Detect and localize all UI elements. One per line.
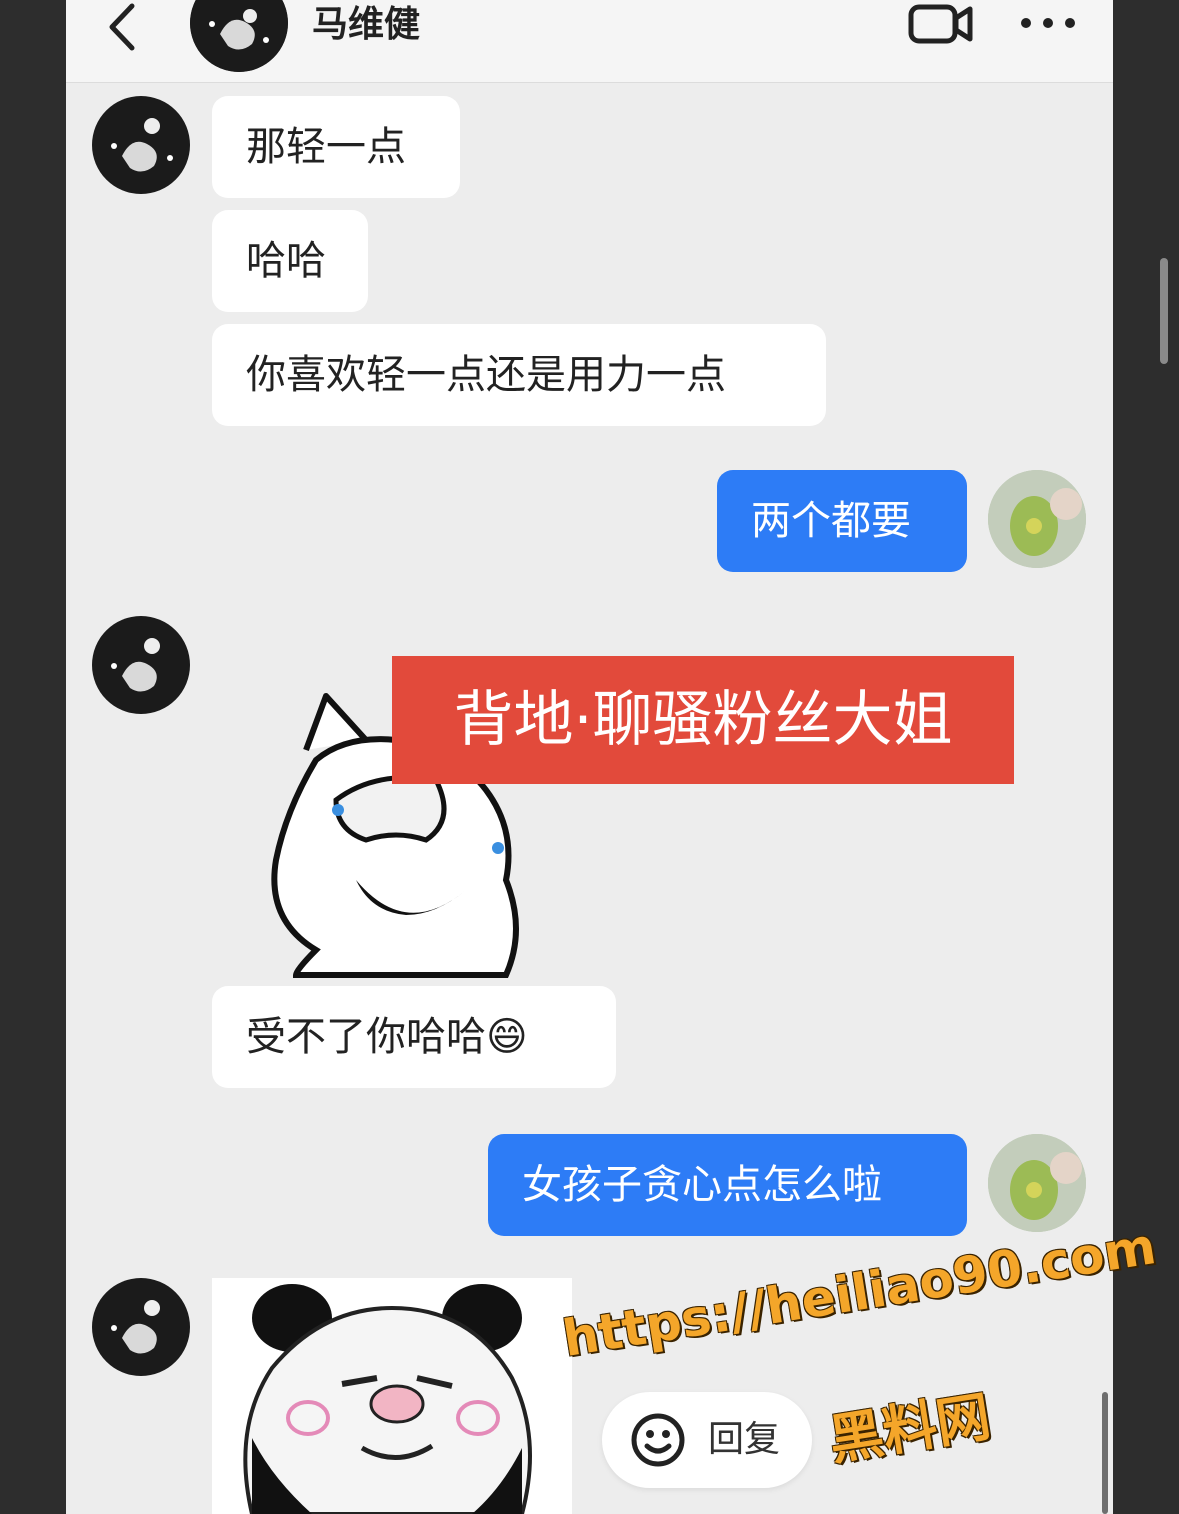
- smiley-icon: [631, 1413, 685, 1467]
- panda-meme-sticker[interactable]: [212, 1278, 572, 1514]
- scrollbar[interactable]: [1160, 258, 1168, 364]
- contact-avatar[interactable]: [92, 616, 190, 714]
- scrollbar[interactable]: [1102, 1392, 1108, 1514]
- message-bubble-mine[interactable]: 两个都要: [717, 470, 967, 572]
- chat-header: 马维健: [66, 0, 1113, 83]
- contact-avatar[interactable]: [92, 1278, 190, 1376]
- contact-avatar[interactable]: [190, 0, 288, 72]
- my-avatar[interactable]: [988, 470, 1086, 568]
- message-bubble[interactable]: 你喜欢轻一点还是用力一点: [212, 324, 826, 426]
- message-bubble[interactable]: 那轻一点: [212, 96, 460, 198]
- my-avatar[interactable]: [988, 1134, 1086, 1232]
- chevron-left-icon[interactable]: [104, 2, 144, 52]
- contact-avatar[interactable]: [92, 96, 190, 194]
- video-call-icon[interactable]: [908, 2, 974, 46]
- more-dots-icon[interactable]: [1018, 14, 1078, 32]
- reply-button[interactable]: 回复: [602, 1392, 812, 1488]
- message-bubble[interactable]: 受不了你哈哈😄: [212, 986, 616, 1088]
- overlay-banner: 背地·聊骚粉丝大姐: [392, 656, 1014, 784]
- message-bubble-mine[interactable]: 女孩子贪心点怎么啦: [488, 1134, 967, 1236]
- reply-label: 回复: [708, 1419, 781, 1460]
- message-bubble[interactable]: 哈哈: [212, 210, 368, 312]
- contact-name: 马维健: [312, 4, 421, 45]
